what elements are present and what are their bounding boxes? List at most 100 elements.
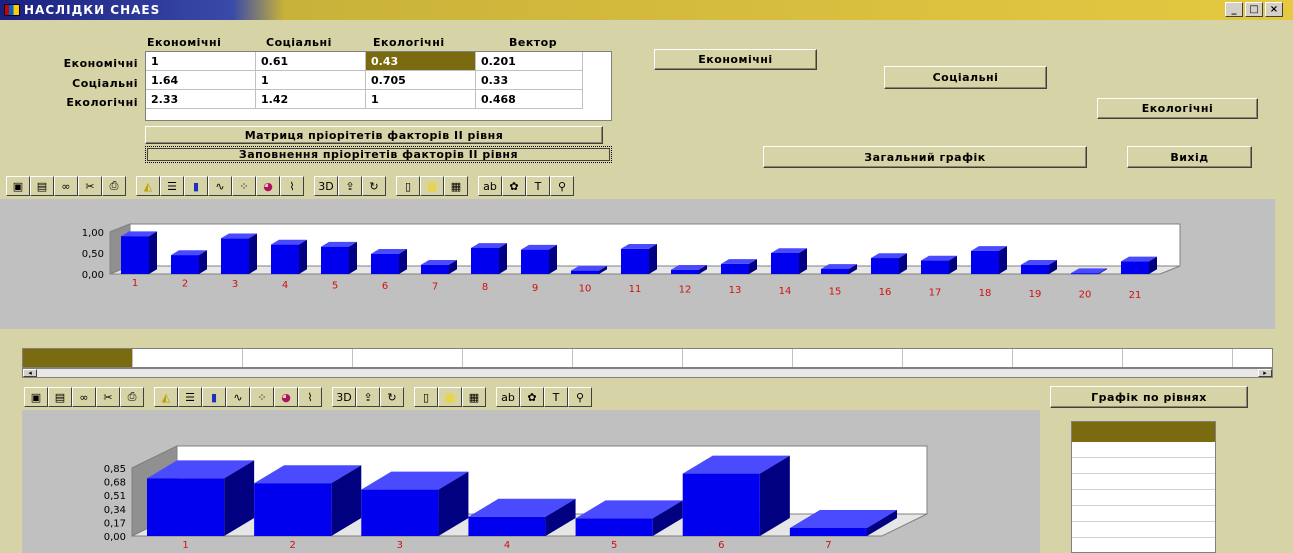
rotate-icon[interactable]: ↻ bbox=[380, 387, 404, 407]
copy-icon[interactable]: ∞ bbox=[54, 176, 78, 196]
scatter-chart-icon[interactable]: ⁘ bbox=[232, 176, 256, 196]
y-tick-label: 0,50 bbox=[82, 249, 104, 260]
matrix-cell[interactable]: 0.468 bbox=[476, 90, 583, 109]
title-bar: НАСЛІДКИ CHAES _ □ × bbox=[0, 0, 1293, 20]
save-icon[interactable]: ▤ bbox=[30, 176, 54, 196]
strip-cell[interactable] bbox=[683, 349, 793, 367]
palette-icon[interactable]: ✿ bbox=[520, 387, 544, 407]
social-button[interactable]: Соціальні bbox=[884, 66, 1047, 89]
bar-side bbox=[999, 246, 1007, 274]
horizontal-scrollbar[interactable]: ◂ ▸ bbox=[22, 368, 1273, 378]
matrix-cell[interactable]: 0.201 bbox=[476, 52, 583, 71]
stack-icon[interactable]: ⇪ bbox=[338, 176, 362, 196]
matrix-cell[interactable]: 0.705 bbox=[366, 71, 476, 90]
strip-cell[interactable] bbox=[1013, 349, 1123, 367]
fill-icon[interactable]: ■ bbox=[420, 176, 444, 196]
matrix-cell[interactable]: 1 bbox=[256, 71, 366, 90]
rotate-icon[interactable]: ↻ bbox=[362, 176, 386, 196]
matrix-cell[interactable]: 1.64 bbox=[146, 71, 256, 90]
text-icon[interactable]: T bbox=[544, 387, 568, 407]
priority-matrix-grid[interactable]: 1 0.61 0.43 0.201 1.64 1 0.705 0.33 2.33… bbox=[145, 51, 612, 121]
print-icon[interactable]: ⎙ bbox=[120, 387, 144, 407]
window-controls: _ □ × bbox=[1225, 2, 1283, 17]
strip-cell[interactable] bbox=[353, 349, 463, 367]
series-strip[interactable] bbox=[22, 348, 1273, 368]
list-item[interactable] bbox=[1072, 474, 1215, 490]
scroll-left-icon[interactable]: ◂ bbox=[23, 369, 37, 377]
print-icon[interactable]: ⎙ bbox=[102, 176, 126, 196]
overall-bar-chart: 1,000,500,001 2 3 4 5 6 7 8 9 10 11 12 13 14 15 16 17 18 1… bbox=[82, 223, 1181, 301]
grid-icon[interactable]: ▦ bbox=[462, 387, 486, 407]
fill-icon[interactable]: ■ bbox=[438, 387, 462, 407]
pie-chart-icon[interactable]: ◕ bbox=[256, 176, 280, 196]
pie-chart-icon[interactable]: ◕ bbox=[274, 387, 298, 407]
cut-icon[interactable]: ✂ bbox=[78, 176, 102, 196]
ecological-button[interactable]: Екологічні bbox=[1097, 98, 1258, 119]
maximize-button[interactable]: □ bbox=[1245, 2, 1263, 17]
hbar-chart-icon[interactable]: ☰ bbox=[160, 176, 184, 196]
list-item[interactable] bbox=[1072, 458, 1215, 474]
bar-chart-icon[interactable]: ▮ bbox=[202, 387, 226, 407]
chart-by-levels-button[interactable]: Графік по рівнях bbox=[1050, 386, 1248, 408]
matrix-cell[interactable]: 0.61 bbox=[256, 52, 366, 71]
x-tick-label: 2 bbox=[290, 540, 296, 551]
grid-icon[interactable]: ▦ bbox=[444, 176, 468, 196]
hbar-chart-icon[interactable]: ☰ bbox=[178, 387, 202, 407]
close-button[interactable]: × bbox=[1265, 2, 1283, 17]
strip-cell[interactable] bbox=[573, 349, 683, 367]
open-icon[interactable]: ▣ bbox=[6, 176, 30, 196]
overall-chart-panel: 1,00 0,50 0,00 1 2 3 4 5 6 7 8 9 10 11 12 13 14 15 16 17 18 1… bbox=[0, 199, 1275, 329]
page-icon[interactable]: ▯ bbox=[396, 176, 420, 196]
matrix-cell-selected[interactable]: 0.43 bbox=[366, 52, 476, 71]
cut-icon[interactable]: ✂ bbox=[96, 387, 120, 407]
x-tick-label: 1 bbox=[132, 278, 138, 289]
matrix-cell[interactable]: 1 bbox=[366, 90, 476, 109]
strip-cell[interactable] bbox=[463, 349, 573, 367]
strip-cell[interactable] bbox=[133, 349, 243, 367]
bar bbox=[421, 264, 449, 274]
strip-cell[interactable] bbox=[243, 349, 353, 367]
strip-cell[interactable] bbox=[1123, 349, 1233, 367]
matrix-priorities-button[interactable]: Матриця пріорітетів факторів ІІ рівня bbox=[145, 126, 603, 144]
matrix-cell[interactable]: 1.42 bbox=[256, 90, 366, 109]
line-chart-icon[interactable]: ∿ bbox=[208, 176, 232, 196]
step-chart-icon[interactable]: ⌇ bbox=[280, 176, 304, 196]
zoom-icon[interactable]: ⚲ bbox=[550, 176, 574, 196]
open-icon[interactable]: ▣ bbox=[24, 387, 48, 407]
bar-chart-icon[interactable]: ▮ bbox=[184, 176, 208, 196]
list-item[interactable] bbox=[1072, 522, 1215, 538]
minimize-button[interactable]: _ bbox=[1225, 2, 1243, 17]
zoom-icon[interactable]: ⚲ bbox=[568, 387, 592, 407]
level-bar-chart: 0,85 0,68 0,51 0,34 0,17 0,00 1 2 3 4 5 6 7 bbox=[104, 445, 928, 551]
economic-button[interactable]: Економічні bbox=[654, 49, 817, 70]
matrix-cell[interactable]: 2.33 bbox=[146, 90, 256, 109]
list-item[interactable] bbox=[1072, 506, 1215, 522]
line-chart-icon[interactable]: ∿ bbox=[226, 387, 250, 407]
palette-icon[interactable]: ✿ bbox=[502, 176, 526, 196]
scatter-chart-icon[interactable]: ⁘ bbox=[250, 387, 274, 407]
strip-cell[interactable] bbox=[793, 349, 903, 367]
levels-list[interactable] bbox=[1071, 421, 1216, 553]
list-item[interactable] bbox=[1072, 442, 1215, 458]
label-icon[interactable]: ab bbox=[478, 176, 502, 196]
strip-cell-selected[interactable] bbox=[23, 349, 133, 367]
stack-icon[interactable]: ⇪ bbox=[356, 387, 380, 407]
area-chart-icon[interactable]: ◭ bbox=[136, 176, 160, 196]
step-chart-icon[interactable]: ⌇ bbox=[298, 387, 322, 407]
strip-cell[interactable] bbox=[903, 349, 1013, 367]
fill-priorities-button[interactable]: Заповнення пріорітетів факторів ІІ рівня bbox=[145, 146, 612, 163]
matrix-cell[interactable]: 0.33 bbox=[476, 71, 583, 90]
matrix-cell[interactable]: 1 bbox=[146, 52, 256, 71]
general-chart-button[interactable]: Загальний графік bbox=[763, 146, 1087, 168]
copy-icon[interactable]: ∞ bbox=[72, 387, 96, 407]
list-item[interactable] bbox=[1072, 490, 1215, 506]
save-icon[interactable]: ▤ bbox=[48, 387, 72, 407]
area-chart-icon[interactable]: ◭ bbox=[154, 387, 178, 407]
scroll-right-icon[interactable]: ▸ bbox=[1258, 369, 1272, 377]
exit-button[interactable]: Вихід bbox=[1127, 146, 1252, 168]
label-icon[interactable]: ab bbox=[496, 387, 520, 407]
page-icon[interactable]: ▯ bbox=[414, 387, 438, 407]
3d-icon[interactable]: 3D bbox=[332, 387, 356, 407]
3d-icon[interactable]: 3D bbox=[314, 176, 338, 196]
text-icon[interactable]: T bbox=[526, 176, 550, 196]
